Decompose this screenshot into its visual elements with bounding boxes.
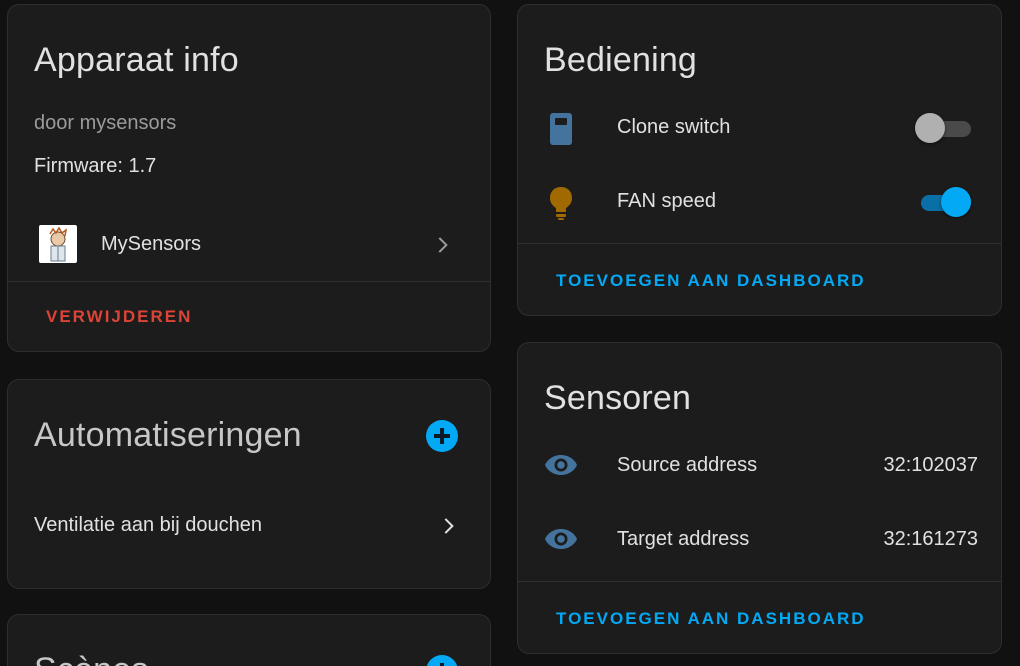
automation-label: Ventilatie aan bij douchen bbox=[34, 514, 262, 536]
control-row-fan-speed[interactable]: FAN speed bbox=[518, 179, 1001, 225]
automations-title: Automatiseringen bbox=[34, 416, 302, 454]
chevron-right-icon bbox=[444, 518, 454, 534]
control-label: Clone switch bbox=[617, 116, 731, 138]
toggle-knob bbox=[941, 187, 971, 217]
lightbulb-icon bbox=[550, 187, 572, 220]
sensor-row-source-address[interactable]: Source address 32:102037 bbox=[518, 443, 1001, 489]
eye-icon bbox=[545, 455, 577, 475]
toggle-knob bbox=[915, 113, 945, 143]
device-info-divider bbox=[8, 281, 490, 282]
fan-speed-toggle[interactable] bbox=[915, 187, 971, 217]
controls-divider bbox=[518, 243, 1001, 244]
control-label: FAN speed bbox=[617, 190, 716, 212]
manufacturer-text: door mysensors bbox=[34, 112, 177, 134]
add-automation-button[interactable] bbox=[426, 420, 458, 452]
sensor-label: Target address bbox=[617, 528, 750, 550]
clone-switch-toggle[interactable] bbox=[915, 113, 971, 143]
sensor-row-target-address[interactable]: Target address 32:161273 bbox=[518, 517, 1001, 563]
remote-icon bbox=[550, 113, 572, 145]
chevron-right-icon bbox=[438, 237, 448, 253]
automations-card: Automatiseringen Ventilatie aan bij douc… bbox=[7, 379, 491, 589]
sensor-label: Source address bbox=[617, 454, 758, 476]
sensors-card: Sensoren Source address 32:102037 Target… bbox=[517, 342, 1002, 654]
controls-card: Bediening Clone switch FAN speed TOEVOEG… bbox=[517, 4, 1002, 316]
sensor-value: 32:102037 bbox=[883, 454, 978, 476]
automation-row[interactable]: Ventilatie aan bij douchen bbox=[8, 500, 490, 556]
device-info-card: Apparaat info door mysensors Firmware: 1… bbox=[7, 4, 491, 352]
sensor-value: 32:161273 bbox=[883, 528, 978, 550]
integration-label: MySensors bbox=[101, 233, 202, 255]
mysensors-logo bbox=[39, 225, 77, 263]
add-scene-button[interactable] bbox=[426, 655, 458, 666]
add-sensors-to-dashboard-button[interactable]: TOEVOEGEN AAN DASHBOARD bbox=[556, 609, 866, 629]
eye-icon bbox=[545, 529, 577, 549]
sensors-divider bbox=[518, 581, 1001, 582]
controls-title: Bediening bbox=[544, 41, 698, 79]
delete-device-button[interactable]: VERWIJDEREN bbox=[46, 307, 192, 327]
scenes-title: Scènes bbox=[34, 651, 149, 666]
device-info-title: Apparaat info bbox=[34, 41, 239, 79]
scenes-card: Scènes bbox=[7, 614, 491, 666]
integration-row[interactable]: MySensors bbox=[8, 217, 490, 273]
add-controls-to-dashboard-button[interactable]: TOEVOEGEN AAN DASHBOARD bbox=[556, 271, 866, 291]
firmware-text: Firmware: 1.7 bbox=[34, 155, 157, 177]
control-row-clone-switch[interactable]: Clone switch bbox=[518, 105, 1001, 151]
sensors-title: Sensoren bbox=[544, 379, 692, 417]
